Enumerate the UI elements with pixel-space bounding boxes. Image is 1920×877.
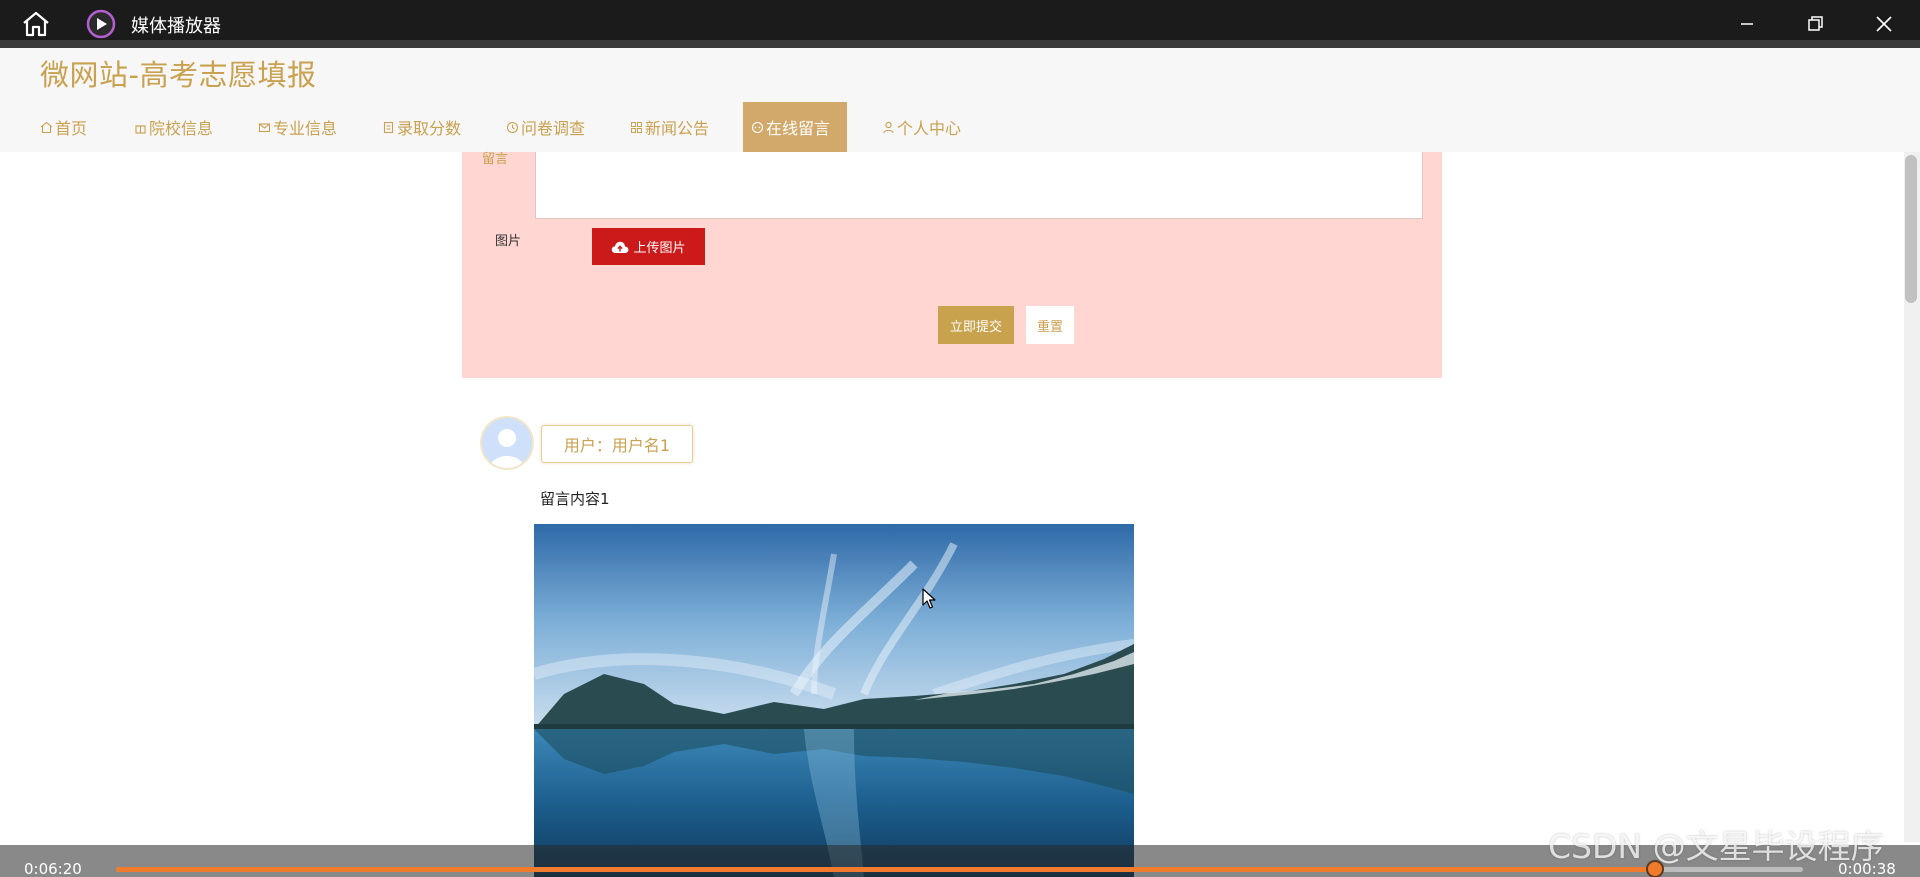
- gift-icon: [135, 124, 146, 134]
- reset-button[interactable]: 重置: [1026, 306, 1074, 344]
- nav-item-label: 专业信息: [273, 119, 338, 138]
- title-bar-strip: [0, 40, 1920, 48]
- news-icon: [631, 121, 642, 133]
- upload-button-label: 上传图片: [633, 240, 686, 255]
- seek-bar-progress: [116, 867, 1655, 872]
- scrollbar-thumb[interactable]: [1905, 155, 1917, 303]
- nav-item-schools[interactable]: 院校信息: [126, 102, 221, 152]
- chat-icon: [751, 121, 764, 133]
- mouse-cursor-icon: [922, 588, 936, 609]
- nav-item-label: 首页: [55, 119, 88, 138]
- close-icon[interactable]: [1869, 9, 1899, 39]
- nav-item-home[interactable]: 首页: [32, 102, 95, 152]
- watermark: CSDN @文星毕设程序: [1548, 827, 1884, 866]
- site-title[interactable]: 微网站-高考志愿填报: [40, 52, 316, 94]
- nav-item-label: 问卷调查: [521, 119, 586, 138]
- app-title: 媒体播放器: [131, 16, 221, 37]
- submit-button[interactable]: 立即提交: [938, 306, 1014, 344]
- home-icon: [40, 121, 53, 133]
- current-time: 0:06:20: [24, 860, 82, 877]
- cloud-upload-icon: [612, 241, 629, 253]
- nav-item-label: 新闻公告: [645, 119, 710, 138]
- comment-username: 用户：用户名1: [541, 425, 693, 463]
- nav-item-majors[interactable]: 专业信息: [250, 102, 345, 152]
- nav-item-label: 录取分数: [397, 119, 462, 138]
- nav-item-profile[interactable]: 个人中心: [874, 102, 969, 152]
- restore-icon[interactable]: [1800, 9, 1830, 39]
- minimize-icon[interactable]: [1732, 9, 1762, 39]
- mail-icon: [258, 122, 271, 132]
- nav-item-scores[interactable]: 录取分数: [374, 102, 469, 152]
- nav-item-message[interactable]: 在线留言: [743, 102, 847, 152]
- lake-mountain-image: [534, 524, 1134, 877]
- document-icon: [383, 121, 394, 133]
- image-label: 图片: [495, 234, 522, 249]
- comment-content: 留言内容1: [540, 490, 610, 508]
- nav-item-label: 院校信息: [149, 119, 214, 138]
- nav-item-news[interactable]: 新闻公告: [622, 102, 717, 152]
- user-icon: [883, 121, 894, 133]
- message-textarea[interactable]: [535, 152, 1423, 219]
- comment-image: [534, 524, 1134, 877]
- clock-icon: [506, 121, 519, 133]
- nav-item-label: 个人中心: [897, 119, 962, 138]
- nav-item-survey[interactable]: 问卷调查: [498, 102, 593, 152]
- avatar: [482, 418, 532, 468]
- nav-item-label: 在线留言: [766, 119, 831, 138]
- upload-image-button[interactable]: 上传图片: [592, 228, 705, 265]
- title-bar: 媒体播放器: [0, 0, 1920, 48]
- user-avatar-icon: [482, 418, 532, 468]
- message-label: 留言: [482, 152, 509, 167]
- home-icon[interactable]: [20, 10, 52, 38]
- media-player-logo-icon: [86, 9, 116, 39]
